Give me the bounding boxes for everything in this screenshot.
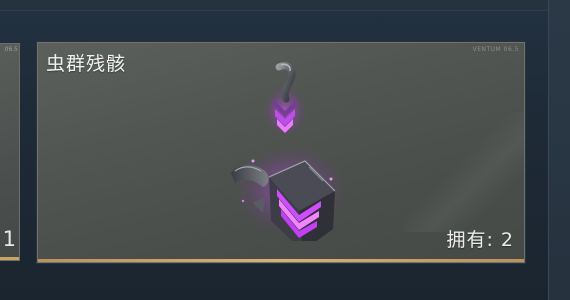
owned-quantity: 拥有: 2 xyxy=(446,225,514,252)
owned-count-partial: 1 xyxy=(2,227,16,251)
owned-separator: : xyxy=(486,229,501,251)
card-footer-bar xyxy=(0,257,19,260)
owned-count: 2 xyxy=(500,229,514,251)
card-sheen xyxy=(404,112,524,232)
item-card-previous[interactable]: 06.5 1 xyxy=(0,43,20,261)
card-watermark: VENTUM 06.5 xyxy=(472,46,519,53)
item-card-swarm-remnant[interactable]: 虫群残骸 VENTUM 06.5 拥有: 2 xyxy=(37,42,525,263)
card-footer-bar xyxy=(38,259,524,262)
card-corner-tag: 06.5 xyxy=(4,46,18,53)
inventory-screen: 06.5 1 虫群残骸 VENTUM 06.5 拥有: 2 xyxy=(0,0,570,300)
side-panel-edge xyxy=(548,0,570,300)
top-strip xyxy=(0,0,548,11)
swarm-remnant-icon xyxy=(231,62,346,241)
item-title: 虫群残骸 xyxy=(46,53,127,75)
owned-label: 拥有 xyxy=(446,229,487,251)
